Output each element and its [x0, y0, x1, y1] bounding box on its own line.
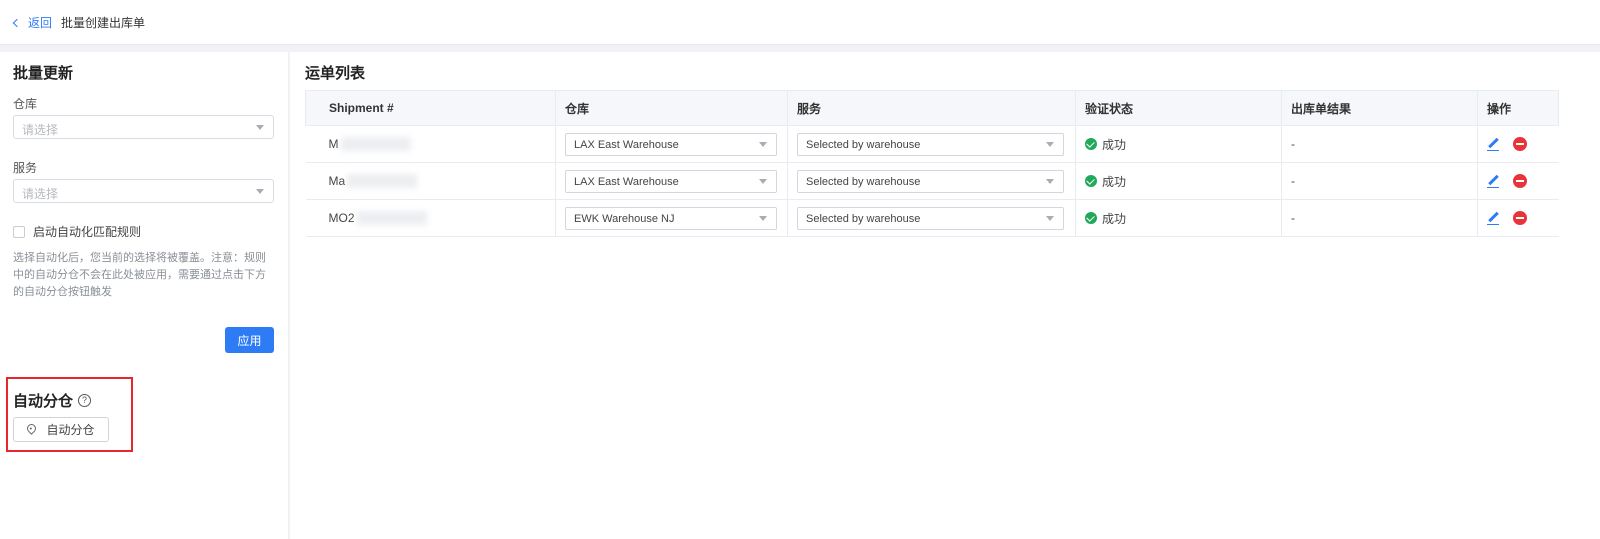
- col-status: 验证状态: [1075, 90, 1282, 126]
- status-cell: 成功: [1075, 125, 1282, 163]
- col-service: 服务: [787, 90, 1076, 126]
- row-service-value: Selected by warehouse: [806, 138, 921, 151]
- caret-down-icon: [256, 125, 264, 130]
- auto-match-hint: 选择自动化后，您当前的选择将被覆盖。注意：规则中的自动分仓不会在此处被应用，需要…: [13, 252, 266, 298]
- table-row: Ma LAX East Warehouse Selected by wareho…: [305, 162, 1559, 200]
- auto-allocate-title: 自动分仓 ?: [13, 390, 92, 411]
- status-text: 成功: [1102, 174, 1127, 189]
- warehouse-placeholder: 请选择: [22, 123, 59, 137]
- back-link[interactable]: 返回: [12, 14, 53, 31]
- bulk-update-title: 批量更新: [13, 65, 74, 82]
- status-text: 成功: [1102, 211, 1127, 226]
- caret-down-icon: [1046, 178, 1054, 184]
- result-cell: -: [1281, 162, 1478, 200]
- check-circle-icon: [1085, 138, 1097, 150]
- edit-icon[interactable]: [1487, 211, 1501, 225]
- col-actions: 操作: [1477, 90, 1559, 126]
- warehouse-cell: LAX East Warehouse: [555, 125, 788, 163]
- service-label: 服务: [13, 161, 38, 175]
- caret-down-icon: [1046, 141, 1054, 147]
- shipment-number-text: Ma: [328, 173, 346, 188]
- auto-allocate-button-label: 自动分仓: [46, 423, 95, 437]
- caret-down-icon: [759, 178, 767, 184]
- remove-icon[interactable]: [1513, 211, 1527, 225]
- question-circle-icon[interactable]: ?: [78, 394, 92, 407]
- row-service-select[interactable]: Selected by warehouse: [797, 206, 1064, 230]
- col-shipment: Shipment #: [305, 90, 556, 126]
- service-select[interactable]: 请选择: [13, 179, 274, 203]
- shipment-table: Shipment # 仓库 服务 验证状态 出库单结果 操作 M LAX Eas…: [305, 90, 1559, 237]
- shipment-number-text: M: [328, 136, 339, 151]
- back-label: 返回: [28, 15, 53, 30]
- location-pin-icon: [25, 422, 39, 435]
- check-circle-icon: [1085, 212, 1097, 224]
- redacted-text: [347, 174, 418, 189]
- warehouse-select[interactable]: 请选择: [13, 115, 274, 139]
- remove-icon[interactable]: [1513, 137, 1527, 151]
- apply-button[interactable]: 应用: [225, 327, 274, 353]
- page-title: 批量创建出库单: [61, 15, 146, 30]
- service-cell: Selected by warehouse: [787, 162, 1076, 200]
- status-cell: 成功: [1075, 199, 1282, 237]
- table-row: MO2 EWK Warehouse NJ Selected by warehou…: [305, 199, 1559, 237]
- warehouse-label: 仓库: [13, 97, 38, 111]
- caret-down-icon: [759, 215, 767, 221]
- shipment-number: Ma: [305, 162, 556, 200]
- remove-icon[interactable]: [1513, 174, 1527, 188]
- col-warehouse: 仓库: [555, 90, 788, 126]
- top-bar: 返回 批量创建出库单: [0, 0, 1600, 45]
- actions-cell: [1477, 199, 1559, 237]
- result-cell: -: [1281, 199, 1478, 237]
- row-warehouse-value: EWK Warehouse NJ: [574, 212, 675, 225]
- chevron-left-icon: [12, 18, 22, 27]
- row-service-select[interactable]: Selected by warehouse: [797, 132, 1064, 156]
- actions-cell: [1477, 125, 1559, 163]
- status-text: 成功: [1102, 137, 1127, 152]
- redacted-text: [340, 137, 411, 152]
- auto-match-label: 启动自动化匹配规则: [33, 225, 142, 239]
- service-cell: Selected by warehouse: [787, 125, 1076, 163]
- edit-icon[interactable]: [1487, 137, 1501, 151]
- edit-icon[interactable]: [1487, 174, 1501, 188]
- auto-match-option[interactable]: 启动自动化匹配规则: [13, 223, 141, 240]
- result-cell: -: [1281, 125, 1478, 163]
- shipment-number: MO2: [305, 199, 556, 237]
- shipment-list-title: 运单列表: [305, 65, 366, 82]
- bulk-update-panel: 批量更新 仓库 请选择 服务 请选择 启动自动化匹配规则 选择自动化后，您当前的…: [0, 52, 288, 539]
- status-cell: 成功: [1075, 162, 1282, 200]
- warehouse-cell: EWK Warehouse NJ: [555, 199, 788, 237]
- service-placeholder: 请选择: [22, 187, 59, 201]
- check-circle-icon: [1085, 175, 1097, 187]
- redacted-text: [356, 211, 427, 226]
- row-warehouse-select[interactable]: EWK Warehouse NJ: [565, 206, 777, 230]
- row-warehouse-select[interactable]: LAX East Warehouse: [565, 169, 777, 193]
- auto-match-checkbox[interactable]: [13, 225, 25, 238]
- row-service-value: Selected by warehouse: [806, 212, 921, 225]
- actions-cell: [1477, 162, 1559, 200]
- row-warehouse-value: LAX East Warehouse: [574, 138, 679, 151]
- shipment-number-text: MO2: [328, 210, 355, 225]
- table-header-row: Shipment # 仓库 服务 验证状态 出库单结果 操作: [305, 90, 1559, 126]
- caret-down-icon: [1046, 215, 1054, 221]
- auto-allocate-button[interactable]: 自动分仓: [13, 417, 109, 442]
- warehouse-cell: LAX East Warehouse: [555, 162, 788, 200]
- row-service-value: Selected by warehouse: [806, 175, 921, 188]
- col-result: 出库单结果: [1281, 90, 1478, 126]
- auto-allocate-title-text: 自动分仓: [13, 393, 74, 410]
- row-warehouse-value: LAX East Warehouse: [574, 175, 679, 188]
- caret-down-icon: [256, 189, 264, 194]
- table-row: M LAX East Warehouse Selected by warehou…: [305, 125, 1559, 163]
- row-service-select[interactable]: Selected by warehouse: [797, 169, 1064, 193]
- row-warehouse-select[interactable]: LAX East Warehouse: [565, 132, 777, 156]
- shipment-number: M: [305, 125, 556, 163]
- shipment-list-panel: 运单列表 Shipment # 仓库 服务 验证状态 出库单结果 操作 M LA…: [290, 52, 1600, 539]
- service-cell: Selected by warehouse: [787, 199, 1076, 237]
- caret-down-icon: [759, 141, 767, 147]
